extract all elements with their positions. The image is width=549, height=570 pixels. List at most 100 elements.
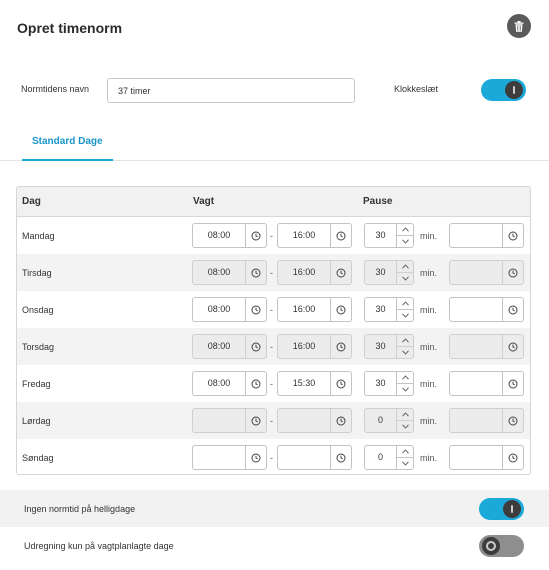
pause-value: 30 (375, 304, 386, 314)
toggle-knob (505, 81, 523, 99)
clock-icon[interactable] (245, 372, 266, 395)
extra-time-value (450, 446, 502, 469)
shift-end-value (278, 409, 330, 432)
clock-icon[interactable] (502, 335, 523, 358)
pause-stepper[interactable]: 30 (364, 260, 414, 285)
extra-time-field[interactable] (449, 334, 524, 359)
extra-time-field[interactable] (449, 223, 524, 248)
chevron-down-icon[interactable] (397, 457, 413, 469)
stepper-buttons (396, 298, 413, 321)
chevron-up-icon[interactable] (397, 335, 413, 346)
chevron-down-icon[interactable] (397, 272, 413, 284)
shift-start-field[interactable]: 08:00 (192, 223, 267, 248)
chevron-down-icon[interactable] (397, 346, 413, 358)
shift-end-field[interactable]: 16:00 (277, 334, 352, 359)
chevron-down-icon[interactable] (397, 383, 413, 395)
norm-name-input[interactable] (107, 78, 355, 103)
clock-icon[interactable] (502, 446, 523, 469)
table-header: Dag Vagt Pause (17, 187, 530, 217)
extra-time-field[interactable] (449, 371, 524, 396)
clock-toggle[interactable] (481, 79, 526, 101)
shift-end-field[interactable]: 16:00 (277, 223, 352, 248)
time-separator: - (270, 342, 273, 352)
shift-start-field[interactable]: 08:00 (192, 297, 267, 322)
clock-icon[interactable] (330, 261, 351, 284)
toggle-knob (503, 500, 521, 518)
shift-end-field[interactable]: 16:00 (277, 297, 352, 322)
shift-start-field[interactable]: 08:00 (192, 371, 267, 396)
extra-time-value (450, 261, 502, 284)
extra-time-field[interactable] (449, 297, 524, 322)
clock-icon[interactable] (245, 409, 266, 432)
time-separator: - (270, 379, 273, 389)
clock-icon[interactable] (330, 224, 351, 247)
day-name: Tirsdag (22, 268, 52, 278)
clock-icon[interactable] (245, 261, 266, 284)
clock-icon[interactable] (330, 446, 351, 469)
shift-start-field[interactable] (192, 445, 267, 470)
extra-time-field[interactable] (449, 260, 524, 285)
option-toggle[interactable] (479, 535, 524, 557)
clock-icon[interactable] (330, 372, 351, 395)
chevron-up-icon[interactable] (397, 261, 413, 272)
header-shift: Vagt (193, 196, 215, 207)
chevron-down-icon[interactable] (397, 235, 413, 247)
option-toggle[interactable] (479, 498, 524, 520)
shift-end-field[interactable]: 15:30 (277, 371, 352, 396)
clock-icon[interactable] (330, 409, 351, 432)
stepper-buttons (396, 372, 413, 395)
shift-end-field[interactable]: 16:00 (277, 260, 352, 285)
clock-icon[interactable] (245, 335, 266, 358)
table-row: Søndag - 0 min. (17, 439, 530, 474)
pause-value: 30 (375, 378, 386, 388)
shift-start-value (193, 409, 245, 432)
extra-time-value (450, 335, 502, 358)
option-label: Ingen normtid på helligdage (24, 504, 136, 514)
pause-stepper[interactable]: 30 (364, 297, 414, 322)
shift-start-field[interactable] (192, 408, 267, 433)
chevron-up-icon[interactable] (397, 372, 413, 383)
pause-stepper[interactable]: 0 (364, 445, 414, 470)
name-row: Normtidens navn Klokkeslæt (0, 78, 549, 104)
pause-stepper[interactable]: 30 (364, 223, 414, 248)
clock-icon[interactable] (502, 261, 523, 284)
clock-icon[interactable] (330, 335, 351, 358)
name-label: Normtidens navn (21, 84, 90, 94)
chevron-up-icon[interactable] (397, 409, 413, 420)
pause-value: 30 (375, 230, 386, 240)
shift-start-value (193, 446, 245, 469)
tab-standard-days[interactable]: Standard Dage (22, 120, 113, 161)
pause-unit: min. (420, 416, 438, 426)
chevron-up-icon[interactable] (397, 446, 413, 457)
chevron-up-icon[interactable] (397, 224, 413, 235)
time-separator: - (270, 416, 273, 426)
clock-icon[interactable] (330, 298, 351, 321)
clock-icon[interactable] (502, 372, 523, 395)
clock-icon[interactable] (502, 409, 523, 432)
pause-stepper[interactable]: 30 (364, 334, 414, 359)
time-separator: - (270, 231, 273, 241)
shift-end-field[interactable] (277, 408, 352, 433)
clock-icon[interactable] (245, 224, 266, 247)
shift-end-field[interactable] (277, 445, 352, 470)
pause-stepper[interactable]: 30 (364, 371, 414, 396)
delete-button[interactable] (507, 14, 531, 38)
shift-start-field[interactable]: 08:00 (192, 334, 267, 359)
clock-icon[interactable] (245, 446, 266, 469)
stepper-buttons (396, 409, 413, 432)
day-name: Søndag (22, 453, 54, 463)
table-row: Torsdag 08:00 - 16:00 30 min. (17, 328, 530, 365)
shift-start-field[interactable]: 08:00 (192, 260, 267, 285)
chevron-down-icon[interactable] (397, 420, 413, 432)
clock-icon[interactable] (502, 224, 523, 247)
table-row: Mandag 08:00 - 16:00 30 min. (17, 217, 530, 254)
clock-icon[interactable] (502, 298, 523, 321)
shift-end-value: 16:00 (292, 341, 316, 351)
chevron-up-icon[interactable] (397, 298, 413, 309)
chevron-down-icon[interactable] (397, 309, 413, 321)
extra-time-field[interactable] (449, 445, 524, 470)
extra-time-field[interactable] (449, 408, 524, 433)
table-row: Fredag 08:00 - 15:30 30 min. (17, 365, 530, 402)
pause-stepper[interactable]: 0 (364, 408, 414, 433)
clock-icon[interactable] (245, 298, 266, 321)
